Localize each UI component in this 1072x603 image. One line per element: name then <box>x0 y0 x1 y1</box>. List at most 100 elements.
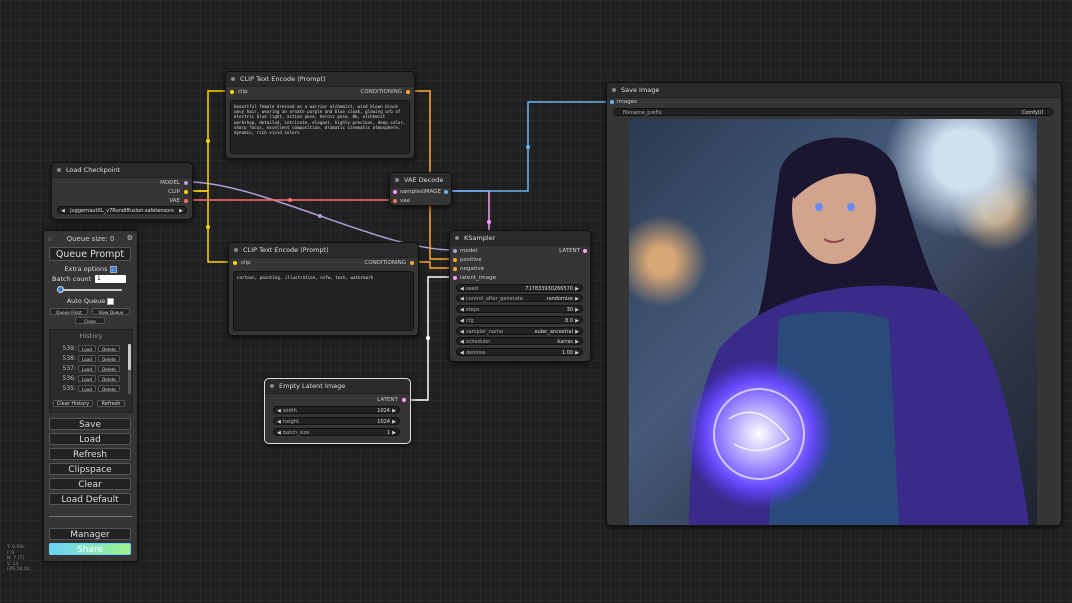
refresh-history-button[interactable]: Refresh <box>97 400 125 407</box>
input-slot-images[interactable]: images <box>610 98 637 106</box>
node-title-bar[interactable]: VAE Decode <box>390 173 451 188</box>
scrollbar-thumb[interactable] <box>128 344 131 370</box>
slot-dot-icon[interactable] <box>453 267 457 271</box>
history-load-button[interactable]: Load <box>78 375 96 382</box>
width-widget[interactable]: ◀ width 1024 ▶ <box>273 406 400 414</box>
save-image-node[interactable]: Save Image images filename_prefix ComfyUI <box>606 82 1062 526</box>
input-slot-positive[interactable]: positive <box>453 256 482 264</box>
load-default-button[interactable]: Load Default <box>49 493 131 505</box>
filename-prefix-widget[interactable]: filename_prefix ComfyUI <box>613 108 1053 116</box>
history-delete-button[interactable]: Delete <box>98 375 120 382</box>
clip-text-encode-negative-node[interactable]: CLIP Text Encode (Prompt) clip CONDITION… <box>228 242 419 336</box>
clipspace-button[interactable]: Clipspace <box>49 463 131 475</box>
slot-dot-icon[interactable] <box>406 90 410 94</box>
collapse-dot-icon[interactable] <box>231 77 235 81</box>
slot-dot-icon[interactable] <box>444 190 448 194</box>
auto-queue-checkbox[interactable] <box>107 297 115 305</box>
height-widget[interactable]: ◀ height 1024 ▶ <box>273 417 400 425</box>
collapse-dot-icon[interactable] <box>612 88 616 92</box>
collapse-dot-icon[interactable] <box>57 168 61 172</box>
history-scrollbar[interactable] <box>128 344 131 394</box>
output-slot-latent[interactable]: LATENT <box>377 396 406 404</box>
close-queue-button[interactable]: Close <box>75 317 105 324</box>
save-button[interactable]: Save <box>49 418 131 430</box>
slot-dot-icon[interactable] <box>410 261 414 265</box>
ckpt-name-combo[interactable]: ◀ juggernautXL_v7Rundiffusion.safetensor… <box>57 206 187 214</box>
slot-dot-icon[interactable] <box>393 199 397 203</box>
right-arrow-icon[interactable]: ▶ <box>575 295 579 303</box>
slider-thumb-icon[interactable] <box>57 286 64 293</box>
denoise-widget[interactable]: ◀ denoise 1.00 ▶ <box>456 348 583 356</box>
left-arrow-icon[interactable]: ◀ <box>460 328 464 336</box>
history-delete-button[interactable]: Delete <box>98 365 120 372</box>
history-load-button[interactable]: Load <box>78 365 96 372</box>
history-load-button[interactable]: Load <box>78 345 96 352</box>
right-arrow-icon[interactable]: ▶ <box>575 306 579 314</box>
input-slot-vae[interactable]: vae <box>393 197 410 205</box>
batch-size-widget[interactable]: ◀ batch_size 1 ▶ <box>273 428 400 436</box>
gear-icon[interactable]: ⚙ <box>127 234 133 242</box>
seed-widget[interactable]: ◀ seed 717833930266570 ▶ <box>456 284 583 292</box>
history-load-button[interactable]: Load <box>78 385 96 392</box>
right-arrow-icon[interactable]: ▶ <box>392 407 396 415</box>
input-slot-model[interactable]: model <box>453 247 477 255</box>
input-slot-latent-image[interactable]: latent_image <box>453 274 496 282</box>
refresh-button[interactable]: Refresh <box>49 448 131 460</box>
left-arrow-icon[interactable]: ◀ <box>460 317 464 325</box>
history-load-button[interactable]: Load <box>78 355 96 362</box>
output-slot-clip[interactable]: CLIP <box>168 188 188 196</box>
left-arrow-icon[interactable]: ◀ <box>460 295 464 303</box>
input-slot-negative[interactable]: negative <box>453 265 484 273</box>
output-slot-vae[interactable]: VAE <box>169 197 188 205</box>
node-title-bar[interactable]: Load Checkpoint <box>52 163 192 178</box>
left-arrow-icon[interactable]: ◀ <box>277 429 281 437</box>
batch-count-input[interactable]: 1 <box>95 275 126 283</box>
history-delete-button[interactable]: Delete <box>98 345 120 352</box>
right-arrow-icon[interactable]: ▶ <box>575 285 579 293</box>
slot-dot-icon[interactable] <box>453 276 457 280</box>
slot-dot-icon[interactable] <box>453 258 457 262</box>
right-arrow-icon[interactable]: ▶ <box>575 338 579 346</box>
node-title-bar[interactable]: KSampler <box>450 231 590 246</box>
node-title-bar[interactable]: Empty Latent Image <box>265 379 410 394</box>
load-button[interactable]: Load <box>49 433 131 445</box>
slot-dot-icon[interactable] <box>233 261 237 265</box>
collapse-dot-icon[interactable] <box>455 236 459 240</box>
steps-widget[interactable]: ◀ steps 30 ▶ <box>456 305 583 313</box>
control-after-generate-widget[interactable]: ◀ control_after_generate randomize ▶ <box>456 294 583 302</box>
collapse-dot-icon[interactable] <box>270 384 274 388</box>
collapse-dot-icon[interactable] <box>395 178 399 182</box>
output-slot-image[interactable]: IMAGE <box>423 188 448 196</box>
slot-dot-icon[interactable] <box>610 100 614 104</box>
queue-front-button[interactable]: Queue Front <box>50 308 88 315</box>
left-arrow-icon[interactable]: ◀ <box>460 285 464 293</box>
clip-text-encode-positive-node[interactable]: CLIP Text Encode (Prompt) clip CONDITION… <box>225 71 415 159</box>
right-arrow-icon[interactable]: ▶ <box>575 349 579 357</box>
right-arrow-icon[interactable]: ▶ <box>392 429 396 437</box>
vae-decode-node[interactable]: VAE Decode samples vae IMAGE <box>389 172 452 206</box>
batch-count-slider[interactable] <box>57 286 122 293</box>
empty-latent-image-node[interactable]: Empty Latent Image LATENT ◀ width 1024 ▶ ◀ h… <box>264 378 411 444</box>
output-slot-latent[interactable]: LATENT <box>559 247 587 255</box>
output-slot-conditioning[interactable]: CONDITIONING <box>364 259 414 267</box>
prompt-textarea[interactable]: cartoon, painting, illustration, nsfw, t… <box>233 271 414 331</box>
slot-dot-icon[interactable] <box>583 249 587 253</box>
slot-dot-icon[interactable] <box>184 190 188 194</box>
extra-options-checkbox[interactable]: ✓ <box>109 265 117 273</box>
input-slot-clip[interactable]: clip <box>230 88 248 96</box>
prompt-textarea[interactable]: beautiful female dressed as a warrior al… <box>230 100 410 154</box>
history-delete-button[interactable]: Delete <box>98 385 120 392</box>
manager-button[interactable]: Manager <box>49 528 131 540</box>
clear-history-button[interactable]: Clear History <box>53 400 93 407</box>
right-arrow-icon[interactable]: ▶ <box>575 328 579 336</box>
left-arrow-icon[interactable]: ◀ <box>277 407 281 415</box>
right-arrow-icon[interactable]: ▶ <box>392 418 396 426</box>
node-title-bar[interactable]: Save Image <box>607 83 1061 98</box>
history-delete-button[interactable]: Delete <box>98 355 120 362</box>
node-title-bar[interactable]: CLIP Text Encode (Prompt) <box>226 72 414 87</box>
left-arrow-icon[interactable]: ◀ <box>460 338 464 346</box>
generated-image-preview[interactable] <box>629 119 1037 525</box>
output-slot-model[interactable]: MODEL <box>160 179 188 187</box>
share-button[interactable]: Share <box>49 543 131 555</box>
slot-dot-icon[interactable] <box>402 398 406 402</box>
